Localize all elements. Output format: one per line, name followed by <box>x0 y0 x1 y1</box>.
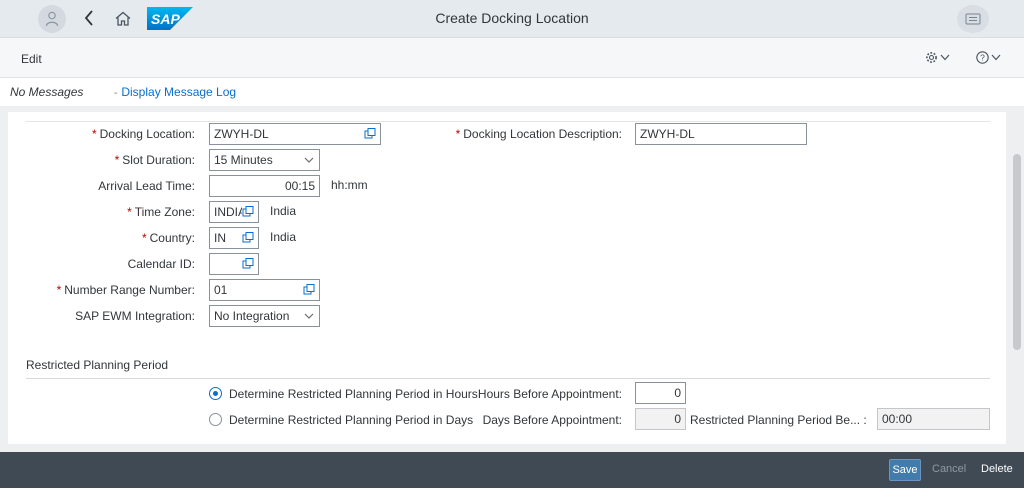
home-icon <box>115 11 131 26</box>
days-before-appointment-label: Days Before Appointment: <box>482 413 622 427</box>
edit-button[interactable]: Edit <box>21 52 42 66</box>
shell-bar: SAP Create Docking Location <box>0 0 1024 38</box>
country-input[interactable]: IN <box>209 227 259 249</box>
footer-toolbar: Save Cancel Delete <box>0 452 1024 488</box>
sap-ewm-integration-select[interactable]: No Integration <box>209 305 320 327</box>
display-message-log-link[interactable]: - Display Message Log <box>114 85 236 99</box>
required-marker: * <box>56 283 62 297</box>
required-marker: * <box>127 205 132 219</box>
radio-restricted-hours[interactable] <box>209 387 222 400</box>
page-toolbar: Edit ? <box>0 38 1024 78</box>
docking-location-label: * Docking Location: <box>91 127 195 141</box>
calendar-id-input[interactable] <box>209 253 259 275</box>
docking-location-description-label: * Docking Location Description: <box>455 127 622 141</box>
cancel-button[interactable]: Cancel <box>932 463 966 475</box>
radio-restricted-days-label[interactable]: Determine Restricted Planning Period in … <box>229 413 473 427</box>
restricted-planning-period-before-label: Restricted Planning Period Be... : <box>690 413 867 427</box>
home-button[interactable] <box>113 8 133 28</box>
radio-restricted-hours-label[interactable]: Determine Restricted Planning Period in … <box>229 387 478 401</box>
required-marker: * <box>455 127 461 141</box>
arrival-lead-time-input[interactable]: 00:15 <box>209 175 320 197</box>
message-bar: No Messages - Display Message Log <box>0 78 1024 106</box>
user-avatar[interactable] <box>38 5 66 33</box>
delete-button[interactable]: Delete <box>981 463 1013 475</box>
help-icon: ? <box>976 51 989 64</box>
gear-icon <box>926 52 937 63</box>
arrival-lead-time-unit: hh:mm <box>331 178 368 192</box>
chevron-down-icon <box>304 157 314 163</box>
back-icon <box>84 10 93 26</box>
divider <box>26 378 990 379</box>
slot-duration-select[interactable]: 15 Minutes <box>209 149 320 171</box>
calendar-id-label: Calendar ID: <box>127 257 195 271</box>
divider <box>26 121 990 122</box>
notifications-menu-icon <box>965 13 981 25</box>
sap-logo[interactable]: SAP <box>147 7 193 30</box>
back-button[interactable] <box>80 8 98 28</box>
required-marker: * <box>91 127 97 141</box>
slot-duration-label: * Slot Duration: <box>114 153 195 167</box>
radio-restricted-days[interactable] <box>209 413 222 426</box>
restricted-planning-period-before-input: 00:00 <box>877 408 990 430</box>
chevron-down-icon <box>304 313 314 319</box>
help-menu-button[interactable]: ? <box>976 51 1001 64</box>
save-button[interactable]: Save <box>889 459 921 481</box>
days-before-appointment-input: 0 <box>635 408 686 430</box>
sap-logo-text: SAP <box>151 11 180 27</box>
required-marker: * <box>141 231 147 245</box>
value-help-icon[interactable] <box>364 127 376 141</box>
value-help-icon[interactable] <box>242 205 254 219</box>
docking-location-description-input[interactable]: ZWYH-DL <box>635 123 807 145</box>
sap-ewm-integration-label: SAP EWM Integration: <box>75 309 195 323</box>
message-status: No Messages <box>10 85 84 99</box>
chevron-down-icon <box>991 54 1001 61</box>
restricted-planning-period-title: Restricted Planning Period <box>26 358 169 372</box>
country-label: * Country: <box>141 231 195 245</box>
hours-before-appointment-label: Hours Before Appointment: <box>477 387 622 401</box>
number-range-number-label: * Number Range Number: <box>56 283 195 297</box>
time-zone-input[interactable]: INDIA <box>209 201 259 223</box>
time-zone-label: * Time Zone: <box>127 205 195 219</box>
value-help-icon[interactable] <box>242 257 254 271</box>
value-help-icon[interactable] <box>242 231 254 245</box>
display-message-log-label: Display Message Log <box>121 85 237 99</box>
hours-before-appointment-input[interactable]: 0 <box>635 382 686 404</box>
required-marker: * <box>114 153 120 167</box>
value-help-icon[interactable] <box>303 283 315 297</box>
user-icon <box>45 11 59 27</box>
svg-text:?: ? <box>980 53 985 63</box>
number-range-number-input[interactable]: 01 <box>209 279 320 301</box>
bullet-icon: - <box>114 88 118 99</box>
vertical-scrollbar[interactable] <box>1013 154 1021 350</box>
notifications-button[interactable] <box>957 5 989 33</box>
settings-menu-button[interactable] <box>925 51 950 64</box>
country-description: India <box>270 230 297 244</box>
time-zone-description: India <box>270 204 297 218</box>
chevron-down-icon <box>940 54 950 61</box>
arrival-lead-time-label: Arrival Lead Time: <box>98 179 195 193</box>
docking-location-input[interactable]: ZWYH-DL <box>209 123 381 145</box>
